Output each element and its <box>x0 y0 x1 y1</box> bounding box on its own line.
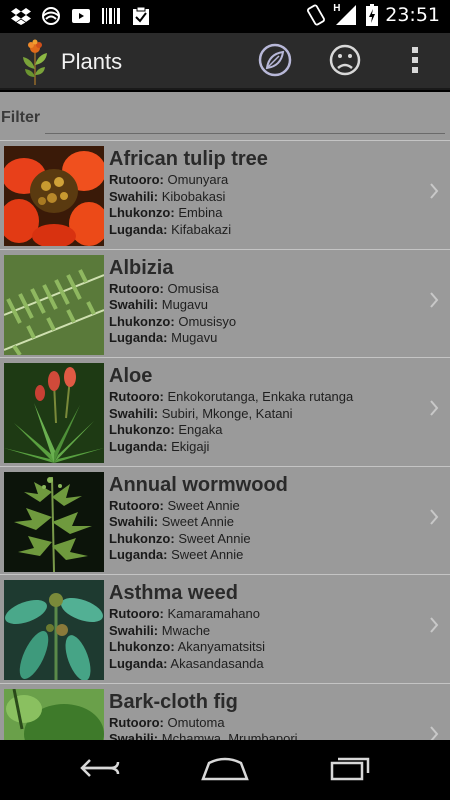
battery-charging-icon <box>365 4 379 26</box>
rotate-icon <box>305 4 327 26</box>
rutooro-name: Rutooro: Omutoma <box>109 714 225 730</box>
plant-item-albizia[interactable]: Albizia Rutooro: Omusisa Swahili: Mugavu… <box>0 248 450 358</box>
rutooro-name: Rutooro: Sweet Annie <box>109 497 240 513</box>
dropbox-icon <box>10 6 32 26</box>
lhukonzo-name: Lhukonzo: Akanyamatsitsi <box>109 639 266 654</box>
chevron-right-icon <box>428 615 440 635</box>
leaf-button[interactable] <box>255 42 295 82</box>
bark-cloth-fig-photo <box>4 688 104 740</box>
network-type-label: H <box>333 3 341 14</box>
rutooro-name: Rutooro: Kamaramahano <box>109 606 260 621</box>
plant-info: Albizia Rutooro: Omusisa Swahili: Mugavu… <box>109 256 419 347</box>
home-button[interactable] <box>200 752 250 788</box>
plant-info: African tulip tree Rutooro: Omunyara Swa… <box>109 147 419 238</box>
leaf-icon <box>257 42 293 83</box>
chevron-right-icon <box>428 398 440 418</box>
african-tulip-tree-photo <box>4 146 104 246</box>
swahili-name: Swahili: Mwache <box>109 622 211 638</box>
plant-name: Asthma weed <box>109 582 238 604</box>
lhukonzo-name: Lhukonzo: Embina <box>109 205 223 220</box>
action-bar: Plants <box>0 33 450 90</box>
plant-item-bark-cloth-fig[interactable]: Bark-cloth fig Rutooro: Omutoma Swahili:… <box>0 682 450 741</box>
luganda-name: Luganda: Kifabakazi <box>109 221 232 237</box>
clipboard-check-icon <box>130 6 152 26</box>
luganda-name: Luganda: Sweet Annie <box>109 547 244 562</box>
swahili-name: Swahili: Mchamwa, Mrumbapori <box>109 731 298 740</box>
overflow-menu-icon <box>411 46 419 79</box>
albizia-photo <box>4 254 104 355</box>
plant-name: Aloe <box>109 365 153 387</box>
navigation-bar <box>0 740 450 800</box>
system-status: H 23:51 <box>305 3 440 26</box>
plant-info: Aloe Rutooro: Enkokorutanga, Enkaka ruta… <box>109 364 419 455</box>
back-icon <box>78 756 122 785</box>
overflow-menu-button[interactable] <box>395 42 435 82</box>
network-h-icon: H <box>333 3 359 25</box>
plant-name: Annual wormwood <box>109 473 288 496</box>
app-logo-icon <box>20 39 50 85</box>
plant-info: Bark-cloth fig Rutooro: Omutoma Swahili:… <box>109 690 419 741</box>
home-icon <box>201 755 249 786</box>
status-bar: H 23:51 <box>0 0 450 33</box>
rutooro-name: Rutooro: Enkokorutanga, Enkaka rutanga <box>109 389 354 404</box>
chevron-right-icon <box>428 181 440 201</box>
chevron-right-icon <box>428 724 440 740</box>
filter-row: Filter <box>0 92 450 138</box>
plant-list: African tulip tree Rutooro: Omunyara Swa… <box>0 140 450 740</box>
youtube-icon <box>70 6 92 26</box>
asthma-weed-photo <box>4 580 104 680</box>
feedback-button[interactable] <box>325 42 365 82</box>
annual-wormwood-photo <box>4 471 104 572</box>
sad-face-icon <box>328 43 362 82</box>
chevron-right-icon <box>428 290 440 310</box>
back-button[interactable] <box>75 752 125 788</box>
swahili-name: Swahili: Subiri, Mkonge, Katani <box>109 405 293 421</box>
aloe-photo <box>4 363 104 463</box>
plant-name: African tulip tree <box>109 148 268 170</box>
app-title: Plants <box>61 49 123 74</box>
lhukonzo-name: Lhukonzo: Engaka <box>109 422 223 437</box>
plant-item-aloe[interactable]: Aloe Rutooro: Enkokorutanga, Enkaka ruta… <box>0 357 450 466</box>
chevron-right-icon <box>428 507 440 527</box>
plant-info: Annual wormwood Rutooro: Sweet Annie Swa… <box>109 473 419 564</box>
lhukonzo-name: Lhukonzo: Sweet Annie <box>109 530 251 546</box>
swahili-name: Swahili: Mugavu <box>109 297 208 312</box>
plant-item-asthma-weed[interactable]: Asthma weed Rutooro: Kamaramahano Swahil… <box>0 574 450 683</box>
plant-list-screen: Filter African tulip tree Rutooro: Omuny… <box>0 92 450 740</box>
notification-icons <box>10 6 152 26</box>
rutooro-name: Rutooro: Omunyara <box>109 172 229 187</box>
signal-app-icon <box>40 6 62 26</box>
recent-apps-icon <box>328 755 372 786</box>
recent-apps-button[interactable] <box>325 752 375 788</box>
plant-item-annual-wormwood[interactable]: Annual wormwood Rutooro: Sweet Annie Swa… <box>0 465 450 575</box>
filter-label: Filter <box>1 109 41 126</box>
lhukonzo-name: Lhukonzo: Omusisyo <box>109 313 237 329</box>
plant-name: Albizia <box>109 256 174 279</box>
filter-input[interactable] <box>45 106 445 134</box>
swahili-name: Swahili: Kibobakasi <box>109 188 226 204</box>
plant-item-african-tulip-tree[interactable]: African tulip tree Rutooro: Omunyara Swa… <box>0 140 450 249</box>
clock: 23:51 <box>385 4 440 26</box>
luganda-name: Luganda: Mugavu <box>109 330 218 345</box>
barcode-icon <box>100 6 122 26</box>
luganda-name: Luganda: Akasandasanda <box>109 655 264 671</box>
plant-info: Asthma weed Rutooro: Kamaramahano Swahil… <box>109 581 419 672</box>
luganda-name: Luganda: Ekigaji <box>109 438 210 454</box>
rutooro-name: Rutooro: Omusisa <box>109 280 219 296</box>
swahili-name: Swahili: Sweet Annie <box>109 514 235 529</box>
plant-name: Bark-cloth fig <box>109 690 238 713</box>
